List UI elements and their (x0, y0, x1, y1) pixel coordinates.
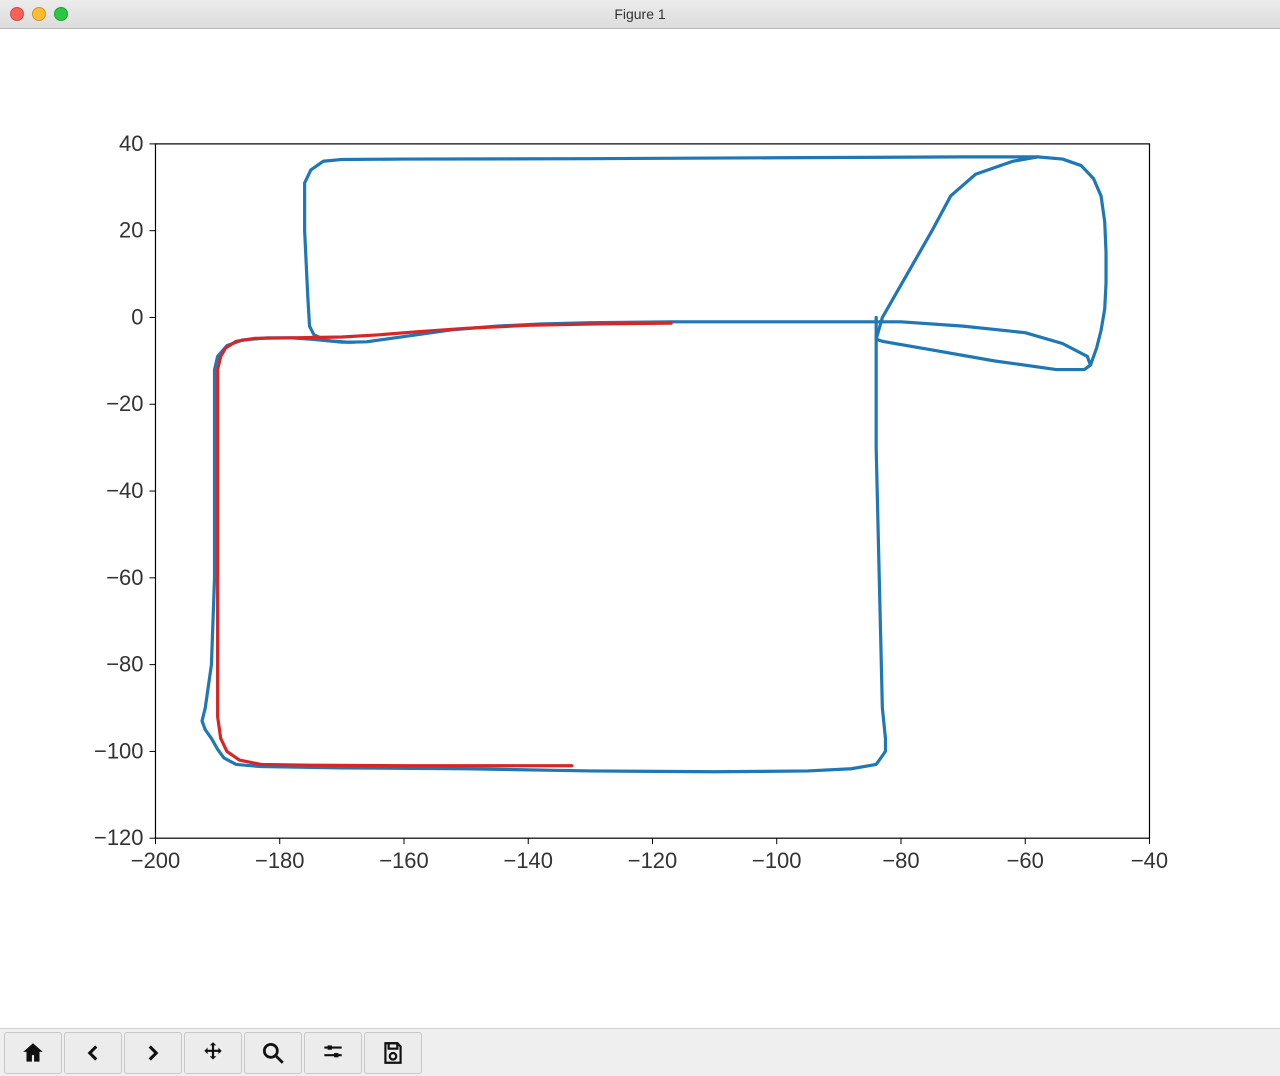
save-icon (380, 1040, 406, 1066)
maximize-icon[interactable] (54, 7, 68, 21)
configure-button[interactable] (304, 1032, 362, 1074)
svg-text:−120: −120 (628, 848, 677, 873)
svg-text:−200: −200 (131, 848, 180, 873)
window-controls (0, 7, 68, 21)
window-titlebar[interactable]: Figure 1 (0, 0, 1280, 29)
svg-text:40: 40 (119, 131, 143, 156)
home-button[interactable] (4, 1032, 62, 1074)
plot-canvas[interactable]: −200−180−160−140−120−100−80−60−40−120−10… (0, 29, 1280, 1028)
back-button[interactable] (64, 1032, 122, 1074)
svg-text:−80: −80 (106, 652, 143, 677)
chart-svg: −200−180−160−140−120−100−80−60−40−120−10… (0, 29, 1280, 1028)
svg-text:−120: −120 (94, 825, 143, 850)
figure-window: Figure 1 −200−180−160−140−120−100−80−60−… (0, 0, 1280, 1076)
svg-text:0: 0 (131, 304, 143, 329)
zoom-icon (260, 1040, 286, 1066)
arrow-left-icon (80, 1040, 106, 1066)
svg-text:−160: −160 (379, 848, 428, 873)
home-icon (20, 1040, 46, 1066)
move-icon (200, 1040, 226, 1066)
arrow-right-icon (140, 1040, 166, 1066)
close-icon[interactable] (10, 7, 24, 21)
svg-text:20: 20 (119, 218, 143, 243)
svg-text:−180: −180 (255, 848, 304, 873)
svg-text:−100: −100 (94, 738, 143, 763)
svg-text:−60: −60 (1007, 848, 1044, 873)
save-button[interactable] (364, 1032, 422, 1074)
sliders-icon (320, 1040, 346, 1066)
matplotlib-toolbar (0, 1028, 1280, 1076)
forward-button[interactable] (124, 1032, 182, 1074)
svg-text:−140: −140 (503, 848, 552, 873)
svg-text:−20: −20 (106, 391, 143, 416)
svg-text:−80: −80 (882, 848, 919, 873)
svg-text:−60: −60 (106, 565, 143, 590)
svg-text:−40: −40 (1131, 848, 1168, 873)
minimize-icon[interactable] (32, 7, 46, 21)
zoom-button[interactable] (244, 1032, 302, 1074)
pan-button[interactable] (184, 1032, 242, 1074)
window-title: Figure 1 (0, 6, 1280, 22)
svg-text:−40: −40 (106, 478, 143, 503)
svg-text:−100: −100 (752, 848, 801, 873)
